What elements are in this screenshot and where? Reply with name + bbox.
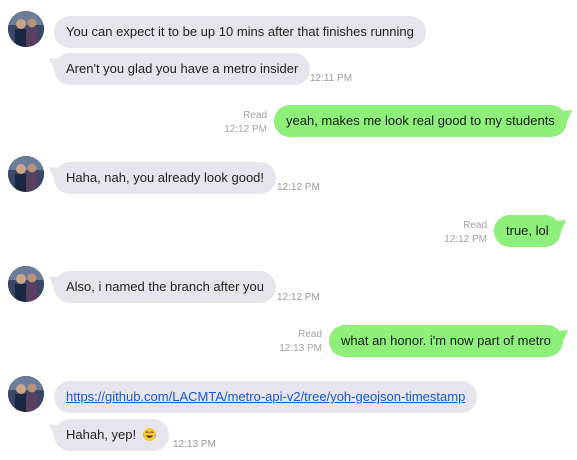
read-receipt: Read xyxy=(243,110,267,121)
read-receipt: Read xyxy=(463,220,487,231)
message-bubble-incoming[interactable]: https://github.com/LACMTA/metro-api-v2/t… xyxy=(54,381,478,413)
message-bubble-outgoing[interactable]: true, lol xyxy=(494,215,561,247)
message-timestamp: 12:12 PM xyxy=(444,234,487,245)
contact-avatar[interactable] xyxy=(8,11,44,47)
message-link[interactable]: https://github.com/LACMTA/metro-api-v2/t… xyxy=(66,389,465,404)
message-bubble-outgoing[interactable]: yeah, makes me look real good to my stud… xyxy=(274,105,567,137)
message-timestamp: 12:13 PM xyxy=(279,343,322,354)
message-bubble-incoming[interactable]: You can expect it to be up 10 mins after… xyxy=(54,16,426,48)
message-text: You can expect it to be up 10 mins after… xyxy=(66,24,414,39)
message-bubble-incoming[interactable]: Hahah, yep! xyxy=(54,419,169,451)
message-timestamp: 12:11 PM xyxy=(310,73,353,84)
message-timestamp: 12:12 PM xyxy=(277,292,320,303)
avatar-photo-icon xyxy=(8,156,44,192)
message-bubble-incoming[interactable]: Also, i named the branch after you xyxy=(54,271,277,303)
message-bubble-incoming[interactable]: Haha, nah, you already look good! xyxy=(54,162,277,194)
message-text: Aren't you glad you have a metro insider xyxy=(66,61,299,76)
message-text: true, lol xyxy=(506,223,549,238)
face-with-tears-of-joy-icon xyxy=(142,427,156,442)
avatar-photo-icon xyxy=(8,376,44,412)
message-timestamp: 12:13 PM xyxy=(173,439,216,450)
contact-avatar[interactable] xyxy=(8,156,44,192)
message-bubble-outgoing[interactable]: what an honor. i'm now part of metro xyxy=(329,325,563,357)
message-text: Hahah, yep! xyxy=(66,427,137,442)
message-transcript: You can expect it to be up 10 mins after… xyxy=(0,0,577,460)
message-text: Also, i named the branch after you xyxy=(66,279,265,294)
message-timestamp: 12:12 PM xyxy=(224,124,267,135)
message-timestamp: 12:12 PM xyxy=(277,182,320,193)
message-text: yeah, makes me look real good to my stud… xyxy=(286,113,555,128)
contact-avatar[interactable] xyxy=(8,376,44,412)
avatar-photo-icon xyxy=(8,266,44,302)
avatar-photo-icon xyxy=(8,11,44,47)
message-bubble-incoming[interactable]: Aren't you glad you have a metro insider xyxy=(54,53,311,85)
message-text: Haha, nah, you already look good! xyxy=(66,170,265,185)
contact-avatar[interactable] xyxy=(8,266,44,302)
read-receipt: Read xyxy=(298,329,322,340)
message-text: what an honor. i'm now part of metro xyxy=(341,333,551,348)
